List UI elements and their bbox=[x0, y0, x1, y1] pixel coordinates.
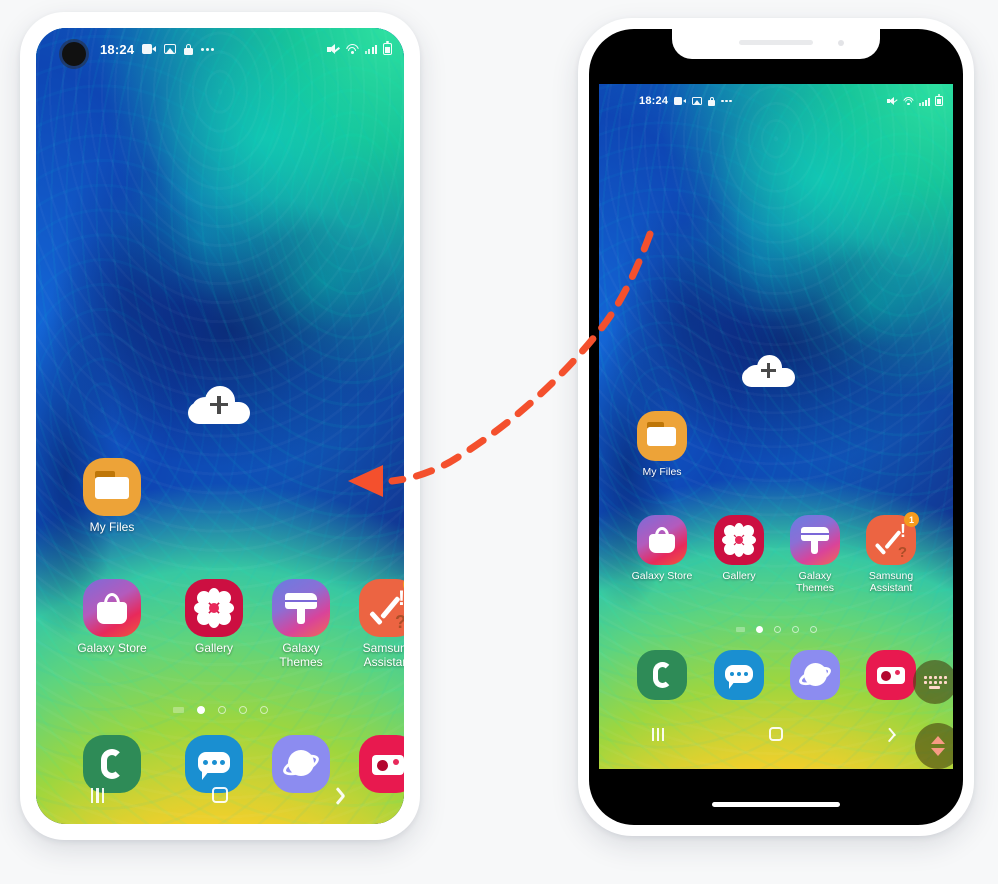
page-dot[interactable] bbox=[809, 626, 817, 633]
cloud-add-widget[interactable] bbox=[742, 355, 795, 387]
video-camera-icon bbox=[674, 97, 687, 105]
expand-collapse-icon bbox=[929, 735, 947, 757]
wifi-icon bbox=[345, 44, 359, 54]
dock-messages[interactable] bbox=[700, 650, 778, 700]
app-label: Galaxy Themes bbox=[279, 641, 323, 669]
app-my-files[interactable]: My Files bbox=[623, 411, 701, 478]
app-gallery[interactable]: Gallery bbox=[168, 579, 260, 656]
mirrored-phone-frame: 18:24 My Files Galaxy Store Gallery Gala… bbox=[578, 18, 974, 836]
battery-icon bbox=[383, 40, 392, 55]
resize-screen-button[interactable] bbox=[915, 723, 953, 769]
app-label: Gallery bbox=[722, 570, 756, 582]
app-label: Galaxy Themes bbox=[796, 570, 834, 595]
more-dots-icon bbox=[201, 47, 215, 51]
status-badge: 1 bbox=[904, 512, 919, 527]
page-dot[interactable] bbox=[773, 626, 781, 633]
source-phone-frame: 18:24 My Files Galaxy Store Gallery Gala… bbox=[20, 12, 420, 840]
back-button[interactable] bbox=[887, 726, 901, 743]
app-galaxy-store[interactable]: Galaxy Store bbox=[66, 579, 158, 656]
wallpaper bbox=[36, 28, 404, 824]
earpiece-speaker bbox=[739, 40, 813, 45]
app-samsung-assistant[interactable]: ! ? 1 Samsung Assistant bbox=[342, 576, 404, 670]
battery-icon bbox=[935, 94, 943, 106]
home-button[interactable] bbox=[769, 727, 783, 741]
page-dot-active[interactable] bbox=[196, 706, 205, 714]
page-indicator[interactable] bbox=[599, 626, 953, 633]
app-gallery[interactable]: Gallery bbox=[700, 515, 778, 582]
status-bar-clock: 18:24 bbox=[639, 95, 669, 107]
app-samsung-assistant[interactable]: ! ? 1 Samsung Assistant bbox=[852, 512, 930, 595]
status-bar: 18:24 bbox=[599, 92, 953, 110]
signal-bars-icon bbox=[364, 44, 377, 54]
app-label: Samsung Assistant bbox=[362, 641, 404, 669]
page-dot-active[interactable] bbox=[755, 626, 763, 633]
screenshot-canvas: 18:24 My Files Galaxy Store Gallery Gala… bbox=[0, 0, 998, 884]
recents-button[interactable] bbox=[90, 787, 105, 803]
status-bar-clock: 18:24 bbox=[100, 41, 135, 57]
front-camera-icon bbox=[838, 40, 844, 46]
app-label: Gallery bbox=[194, 641, 233, 655]
volume-muted-icon bbox=[326, 43, 340, 55]
app-my-files[interactable]: My Files bbox=[66, 458, 158, 535]
notch bbox=[672, 29, 880, 59]
image-icon bbox=[164, 44, 177, 54]
dock-phone[interactable] bbox=[623, 650, 701, 700]
video-camera-icon bbox=[142, 44, 157, 54]
home-page-icon[interactable] bbox=[172, 707, 184, 713]
dock-internet[interactable] bbox=[776, 650, 854, 700]
app-label: My Files bbox=[89, 520, 135, 534]
app-label: Samsung Assistant bbox=[868, 570, 914, 595]
more-dots-icon bbox=[721, 99, 732, 103]
navigation-bar bbox=[599, 721, 953, 747]
app-galaxy-store[interactable]: Galaxy Store bbox=[623, 515, 701, 582]
page-dot[interactable] bbox=[217, 706, 226, 714]
app-galaxy-themes[interactable]: Galaxy Themes bbox=[776, 515, 854, 594]
page-dot[interactable] bbox=[238, 706, 247, 714]
app-label: Galaxy Store bbox=[77, 641, 147, 655]
mirrored-screen[interactable]: 18:24 My Files Galaxy Store Gallery Gala… bbox=[599, 84, 953, 769]
wifi-icon bbox=[903, 96, 915, 106]
navigation-bar bbox=[36, 780, 404, 810]
volume-muted-icon bbox=[887, 96, 899, 106]
page-dot[interactable] bbox=[791, 626, 799, 633]
lock-icon bbox=[184, 43, 194, 55]
image-icon bbox=[692, 97, 703, 105]
back-button[interactable] bbox=[335, 786, 351, 805]
lock-icon bbox=[708, 96, 716, 106]
app-label: Galaxy Store bbox=[631, 570, 693, 582]
cloud-add-widget[interactable] bbox=[188, 386, 250, 424]
status-bar: 18:24 bbox=[36, 38, 404, 60]
page-dot[interactable] bbox=[259, 706, 268, 714]
home-button[interactable] bbox=[212, 787, 228, 803]
app-galaxy-themes[interactable]: Galaxy Themes bbox=[255, 579, 347, 670]
keyboard-toggle-button[interactable] bbox=[913, 660, 953, 704]
page-indicator[interactable] bbox=[36, 706, 404, 714]
mirrored-phone-glass: 18:24 My Files Galaxy Store Gallery Gala… bbox=[589, 29, 963, 825]
app-label: My Files bbox=[642, 466, 682, 478]
signal-bars-icon bbox=[919, 97, 930, 106]
source-phone-screen[interactable]: 18:24 My Files Galaxy Store Gallery Gala… bbox=[36, 28, 404, 824]
keyboard-icon bbox=[923, 675, 947, 689]
home-indicator[interactable] bbox=[712, 802, 840, 807]
home-page-icon[interactable] bbox=[735, 627, 745, 632]
recents-button[interactable] bbox=[651, 727, 665, 741]
